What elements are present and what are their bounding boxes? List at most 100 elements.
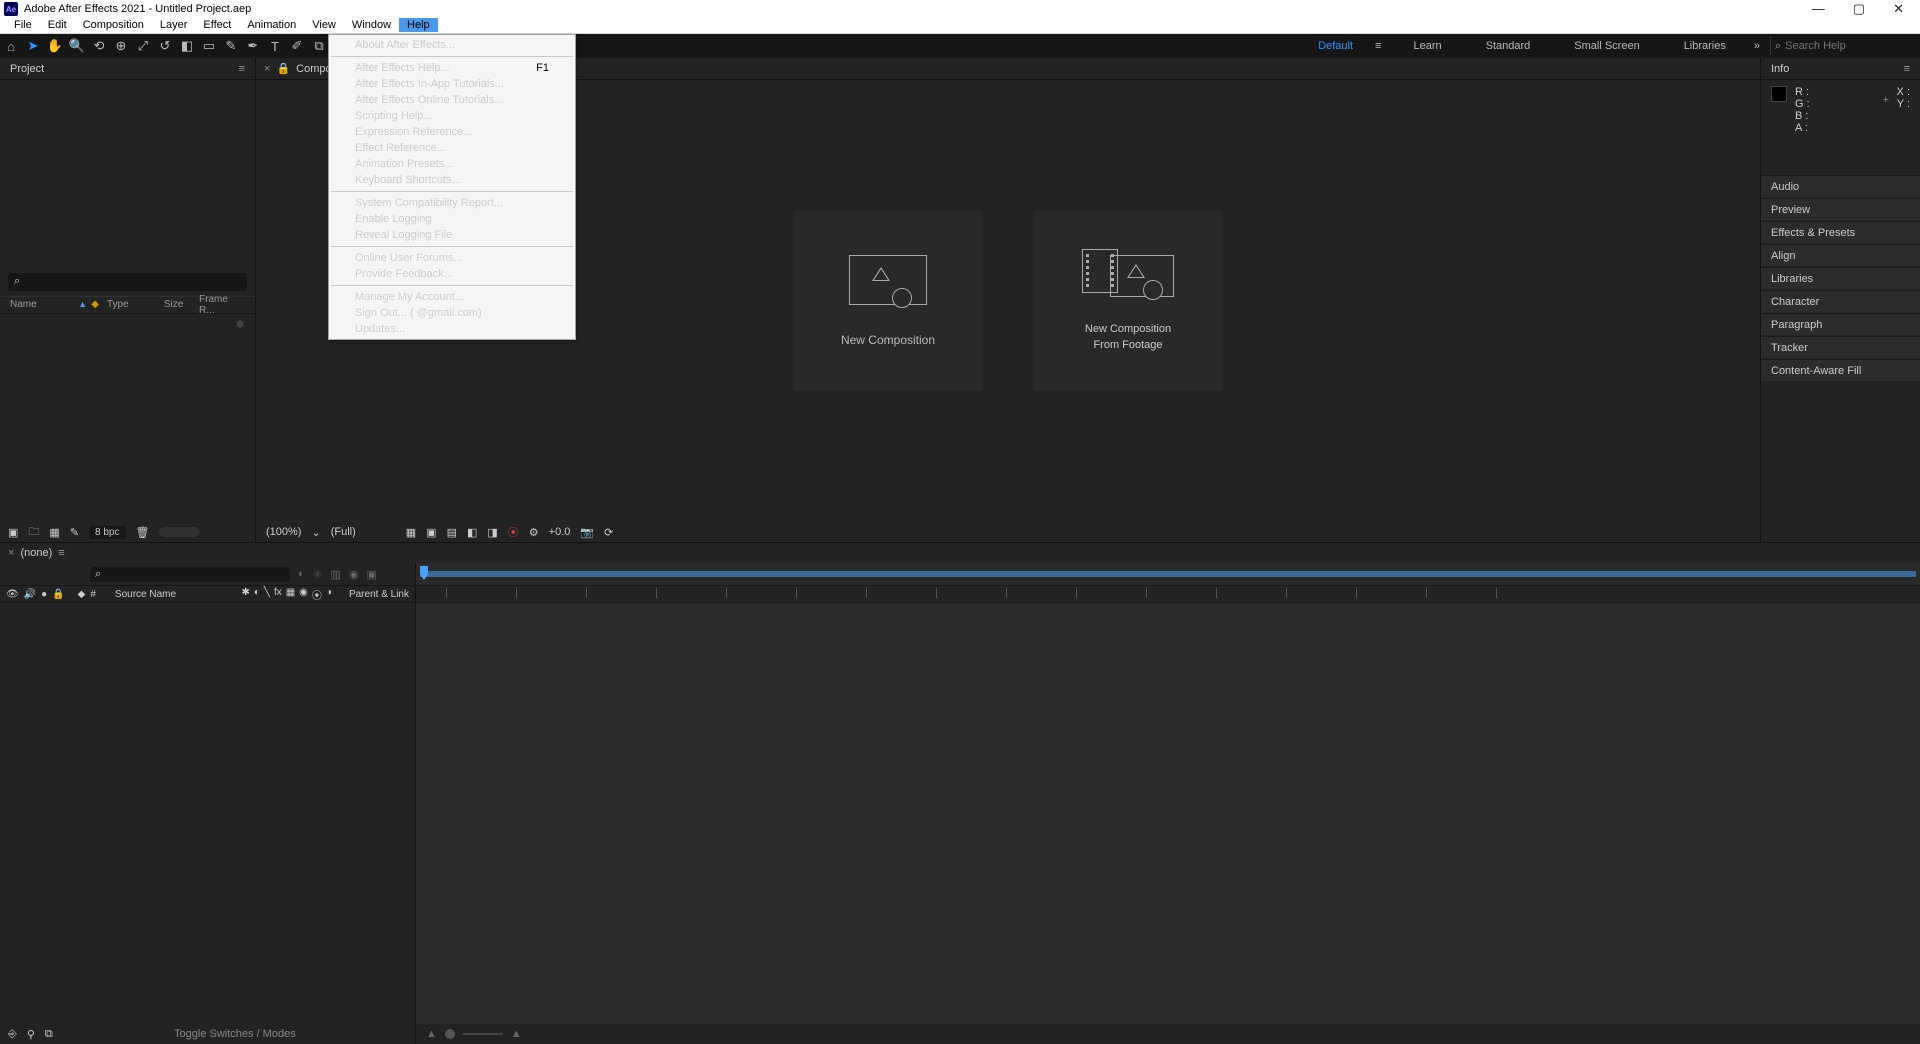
project-zoom-slider[interactable] bbox=[159, 527, 199, 537]
workspace-default[interactable]: Default bbox=[1296, 40, 1375, 52]
type-tool[interactable]: T bbox=[265, 36, 285, 56]
tl-foot-icon[interactable]: ⎆ bbox=[8, 1028, 17, 1041]
help-online-tutorials[interactable]: After Effects Online Tutorials... bbox=[329, 92, 575, 108]
camera-icon[interactable]: 📷 bbox=[580, 526, 594, 539]
help-keyboard-shortcuts[interactable]: Keyboard Shortcuts... bbox=[329, 172, 575, 188]
tl-foot-icon[interactable]: ⚲ bbox=[27, 1028, 35, 1041]
timeline-tab-title[interactable]: (none) bbox=[20, 547, 52, 559]
comp-guides-icon[interactable]: ▤ bbox=[447, 526, 457, 539]
label-icon[interactable]: ◆ bbox=[78, 589, 86, 600]
help-updates[interactable]: Updates... bbox=[329, 321, 575, 337]
help-reveal-log[interactable]: Reveal Logging File bbox=[329, 227, 575, 243]
col-frame[interactable]: Frame R... bbox=[199, 294, 245, 316]
rotation-tool[interactable]: ⊕ bbox=[111, 36, 131, 56]
minimize-button[interactable]: — bbox=[1812, 1, 1825, 17]
help-expression-ref[interactable]: Expression Reference... bbox=[329, 124, 575, 140]
comp-resolution[interactable]: (Full) bbox=[331, 526, 356, 538]
menu-edit[interactable]: Edit bbox=[40, 18, 75, 32]
tl-fx-icon[interactable]: ⚛ bbox=[313, 568, 323, 581]
panel-preview[interactable]: Preview bbox=[1761, 198, 1920, 220]
help-forums[interactable]: Online User Forums... bbox=[329, 250, 575, 266]
project-flowchart-icon[interactable]: ⚛ bbox=[0, 314, 255, 335]
comp-channel-icon[interactable]: ◧ bbox=[467, 526, 477, 539]
pen-tool[interactable]: ✎ bbox=[221, 36, 241, 56]
help-animation-presets[interactable]: Animation Presets... bbox=[329, 156, 575, 172]
switch-icon[interactable]: fx bbox=[274, 587, 282, 602]
menu-file[interactable]: File bbox=[6, 18, 40, 32]
hand-tool[interactable]: ✋ bbox=[45, 36, 65, 56]
tl-shy-icon[interactable]: ◐ bbox=[298, 568, 305, 580]
toggle-switches-modes-button[interactable]: Toggle Switches / Modes bbox=[174, 1028, 296, 1040]
comp-exposure[interactable]: +0.0 bbox=[549, 526, 571, 538]
new-composition-from-footage-button[interactable]: New CompositionFrom Footage bbox=[1033, 211, 1223, 391]
parent-link-col[interactable]: Parent & Link bbox=[349, 589, 409, 600]
tl-zoom-slider[interactable] bbox=[445, 1029, 455, 1039]
timeline-tab-menu-icon[interactable]: ≡ bbox=[58, 547, 64, 559]
label-icon[interactable]: ◆ bbox=[91, 299, 99, 310]
help-inapp-tutorials[interactable]: After Effects In-App Tutorials... bbox=[329, 76, 575, 92]
speaker-icon[interactable]: 🔊 bbox=[24, 589, 36, 600]
snapshot-icon[interactable]: ⟳ bbox=[604, 526, 613, 539]
menu-window[interactable]: Window bbox=[344, 18, 399, 32]
switch-icon[interactable]: ◉ bbox=[299, 587, 308, 602]
selection-tool[interactable]: ➤ bbox=[23, 36, 43, 56]
sort-icon[interactable]: ▴ bbox=[80, 299, 85, 310]
menu-help[interactable]: Help bbox=[399, 18, 438, 32]
comp-tab-lock-icon[interactable]: 🔒 bbox=[276, 62, 290, 75]
panel-effects-presets[interactable]: Effects & Presets bbox=[1761, 221, 1920, 243]
new-comp-icon[interactable]: ▦ bbox=[49, 526, 59, 539]
workspace-learn[interactable]: Learn bbox=[1391, 40, 1463, 52]
help-about[interactable]: About After Effects... bbox=[329, 37, 575, 53]
close-button[interactable]: ✕ bbox=[1893, 1, 1904, 17]
project-search[interactable]: ⌕ bbox=[8, 273, 247, 291]
switch-icon[interactable]: ▦ bbox=[286, 587, 295, 602]
orbit-tool[interactable]: ⟲ bbox=[89, 36, 109, 56]
maximize-button[interactable]: ▢ bbox=[1853, 1, 1865, 17]
switch-icon[interactable]: ◑ bbox=[326, 587, 332, 602]
comp-grid-icon[interactable]: ▦ bbox=[406, 526, 416, 539]
tl-zoom-out-icon[interactable]: ▲ bbox=[426, 1028, 437, 1040]
info-panel-menu-icon[interactable]: ≡ bbox=[1904, 63, 1910, 75]
menu-view[interactable]: View bbox=[304, 18, 344, 32]
eye-icon[interactable]: 👁 bbox=[6, 589, 19, 600]
bpc-button[interactable]: 8 bpc bbox=[89, 526, 125, 539]
home-tool[interactable]: ⌂ bbox=[1, 36, 21, 56]
interpret-icon[interactable]: ▣ bbox=[8, 526, 18, 539]
menu-animation[interactable]: Animation bbox=[239, 18, 304, 32]
help-sign-out[interactable]: Sign Out... ( @gmail.com) bbox=[329, 305, 575, 321]
timeline-ticks[interactable] bbox=[416, 586, 1920, 602]
trash-icon[interactable]: 🗑 bbox=[136, 526, 150, 539]
lock-icon[interactable]: 🔒 bbox=[52, 589, 64, 600]
menu-composition[interactable]: Composition bbox=[75, 18, 152, 32]
panel-audio[interactable]: Audio bbox=[1761, 175, 1920, 197]
tl-frame-blend-icon[interactable]: ▥ bbox=[331, 568, 341, 581]
help-ae-help[interactable]: After Effects Help...F1 bbox=[329, 60, 575, 76]
solo-icon[interactable]: ● bbox=[41, 589, 47, 600]
col-type[interactable]: Type bbox=[107, 299, 146, 310]
comp-3d-icon[interactable]: ⦿ bbox=[508, 524, 519, 540]
help-manage-account[interactable]: Manage My Account... bbox=[329, 289, 575, 305]
help-effect-ref[interactable]: Effect Reference... bbox=[329, 140, 575, 156]
clone-tool[interactable]: ✐ bbox=[287, 36, 307, 56]
workspace-standard[interactable]: Standard bbox=[1464, 40, 1553, 52]
menu-layer[interactable]: Layer bbox=[152, 18, 196, 32]
gear-icon[interactable]: ⚙ bbox=[529, 526, 539, 539]
tl-zoom-in-icon[interactable]: ▲ bbox=[511, 1028, 522, 1040]
workspace-libraries[interactable]: Libraries bbox=[1662, 40, 1748, 52]
panel-tracker[interactable]: Tracker bbox=[1761, 336, 1920, 358]
switch-icon[interactable]: ╲ bbox=[264, 587, 270, 602]
col-size[interactable]: Size bbox=[164, 299, 193, 310]
mask-tool[interactable]: ◧ bbox=[177, 36, 197, 56]
zoom-tool[interactable]: 🔍 bbox=[67, 36, 87, 56]
adjust-icon[interactable]: ✎ bbox=[70, 526, 79, 539]
project-panel-menu-icon[interactable]: ≡ bbox=[239, 63, 245, 75]
panel-character[interactable]: Character bbox=[1761, 290, 1920, 312]
comp-transparency-icon[interactable]: ◨ bbox=[487, 526, 497, 539]
tl-graph-icon[interactable]: ▣ bbox=[367, 568, 377, 581]
tl-foot-icon[interactable]: ⧉ bbox=[45, 1028, 53, 1041]
tl-motion-blur-icon[interactable]: ◉ bbox=[349, 568, 359, 581]
timeline-track-area[interactable] bbox=[416, 603, 1920, 1024]
comp-zoom[interactable]: (100%) bbox=[266, 526, 301, 538]
help-scripting[interactable]: Scripting Help... bbox=[329, 108, 575, 124]
panel-content-aware-fill[interactable]: Content-Aware Fill bbox=[1761, 359, 1920, 381]
